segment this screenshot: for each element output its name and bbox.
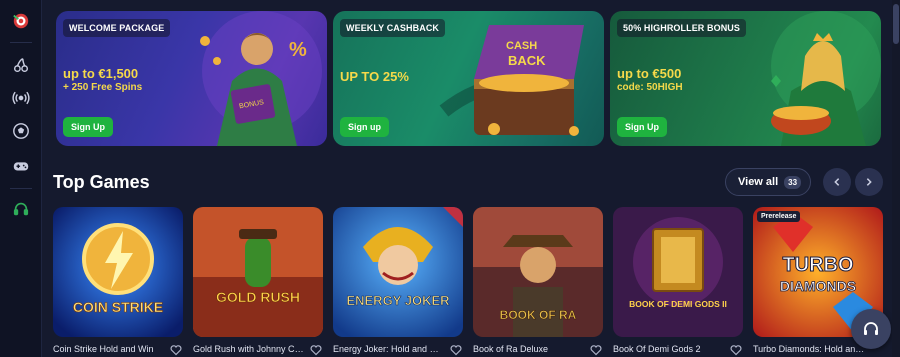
chevron-left-icon — [834, 178, 840, 186]
target-logo-icon[interactable] — [9, 9, 33, 33]
promo-weekly-cashback[interactable]: CASH BACK WEEKLY CASHBACK UP TO 25% Sign… — [333, 11, 604, 146]
sign-up-button[interactable]: Sign Up — [617, 117, 667, 137]
game-art-title: BOOK OF DEMI GODS II — [629, 299, 727, 309]
promo-tag: WEEKLY CASHBACK — [340, 19, 446, 37]
game-thumbnail: BOOK OF RA — [473, 207, 603, 337]
game-card[interactable]: BOOK OF DEMI GODS II — [613, 207, 743, 337]
heart-icon[interactable] — [450, 343, 462, 356]
sidebar-divider — [10, 188, 32, 189]
heart-icon[interactable] — [590, 343, 602, 356]
treasure-chest-illustration: CASH BACK — [439, 25, 584, 136]
game-card[interactable]: COIN STRIKE — [53, 207, 183, 337]
promo-hero-illustration: BONUS % — [200, 11, 322, 146]
scrollbar-thumb[interactable] — [893, 4, 899, 44]
promo-subline: code: 50HIGH — [617, 82, 683, 93]
promo-welcome-package[interactable]: BONUS % WELCOME PACKAGE up to €1,500 + 2… — [56, 11, 327, 146]
game-thumbnail: COIN STRIKE — [53, 207, 183, 337]
sign-up-button[interactable]: Sign up — [340, 117, 389, 137]
promo-tag: 50% HIGHROLLER BONUS — [617, 19, 747, 37]
heart-icon[interactable] — [310, 343, 322, 356]
headset-icon[interactable] — [9, 197, 33, 221]
game-thumbnail: GOLD RUSH — [193, 207, 323, 337]
promo-subline: + 250 Free Spins — [63, 82, 143, 93]
headset-icon — [864, 322, 878, 335]
game-art-title: ENERGY JOKER — [346, 293, 450, 308]
promo-headline: UP TO 25% — [340, 69, 409, 84]
game-title[interactable]: Energy Joker: Hold and Win — [333, 344, 445, 354]
game-title[interactable]: Book of Ra Deluxe — [473, 344, 585, 354]
sign-up-button[interactable]: Sign Up — [63, 117, 113, 137]
game-title[interactable]: Gold Rush with Johnny Cash — [193, 344, 305, 354]
game-art-title: TURBO — [782, 254, 853, 276]
broadcast-icon[interactable] — [9, 86, 33, 110]
promo-headline: up to €1,500 — [63, 66, 139, 81]
heart-icon[interactable] — [730, 343, 742, 356]
cherry-icon[interactable] — [9, 53, 33, 77]
game-card[interactable]: GOLD RUSH — [193, 207, 323, 337]
leprechaun-queen-illustration — [771, 11, 881, 146]
game-thumbnail: ENERGY JOKER — [333, 207, 463, 337]
prerelease-badge: Prerelease — [757, 211, 801, 222]
svg-text:%: % — [289, 39, 307, 61]
view-all-label: View all — [738, 176, 779, 188]
chevron-right-icon — [866, 178, 872, 186]
game-art-title: BOOK OF RA — [500, 308, 577, 322]
svg-text:CASH: CASH — [506, 40, 537, 52]
sidebar-divider — [10, 42, 32, 43]
view-all-button[interactable]: View all 33 — [725, 168, 811, 196]
promo-highroller-bonus[interactable]: 50% HIGHROLLER BONUS up to €500 code: 50… — [610, 11, 881, 146]
svg-text:BACK: BACK — [508, 53, 546, 68]
game-card[interactable]: ENERGY JOKER — [333, 207, 463, 337]
game-title[interactable]: Coin Strike Hold and Win — [53, 344, 165, 354]
game-card[interactable]: BOOK OF RA — [473, 207, 603, 337]
promo-headline: up to €500 — [617, 66, 682, 81]
game-thumbnail: BOOK OF DEMI GODS II — [613, 207, 743, 337]
game-art-title: GOLD RUSH — [216, 289, 300, 305]
game-art-subtitle: DIAMONDS — [780, 278, 856, 294]
heart-icon[interactable] — [170, 343, 182, 356]
view-all-count-badge: 33 — [784, 175, 802, 189]
game-art-title: COIN STRIKE — [73, 299, 163, 315]
game-title[interactable]: Book Of Demi Gods 2 — [613, 344, 725, 354]
carousel-prev-button[interactable] — [823, 168, 851, 196]
soccer-ball-icon[interactable] — [9, 119, 33, 143]
casino-app: BONUS % WELCOME PACKAGE up to €1,500 + 2… — [0, 0, 900, 357]
gamepad-icon[interactable] — [9, 154, 33, 178]
promo-tag: WELCOME PACKAGE — [63, 19, 171, 37]
sidebar — [0, 0, 42, 357]
game-title[interactable]: Turbo Diamonds: Hold and Win — [753, 344, 865, 354]
live-support-button[interactable] — [851, 309, 891, 349]
page-scrollbar[interactable] — [892, 0, 900, 357]
carousel-next-button[interactable] — [855, 168, 883, 196]
section-title: Top Games — [53, 172, 150, 192]
